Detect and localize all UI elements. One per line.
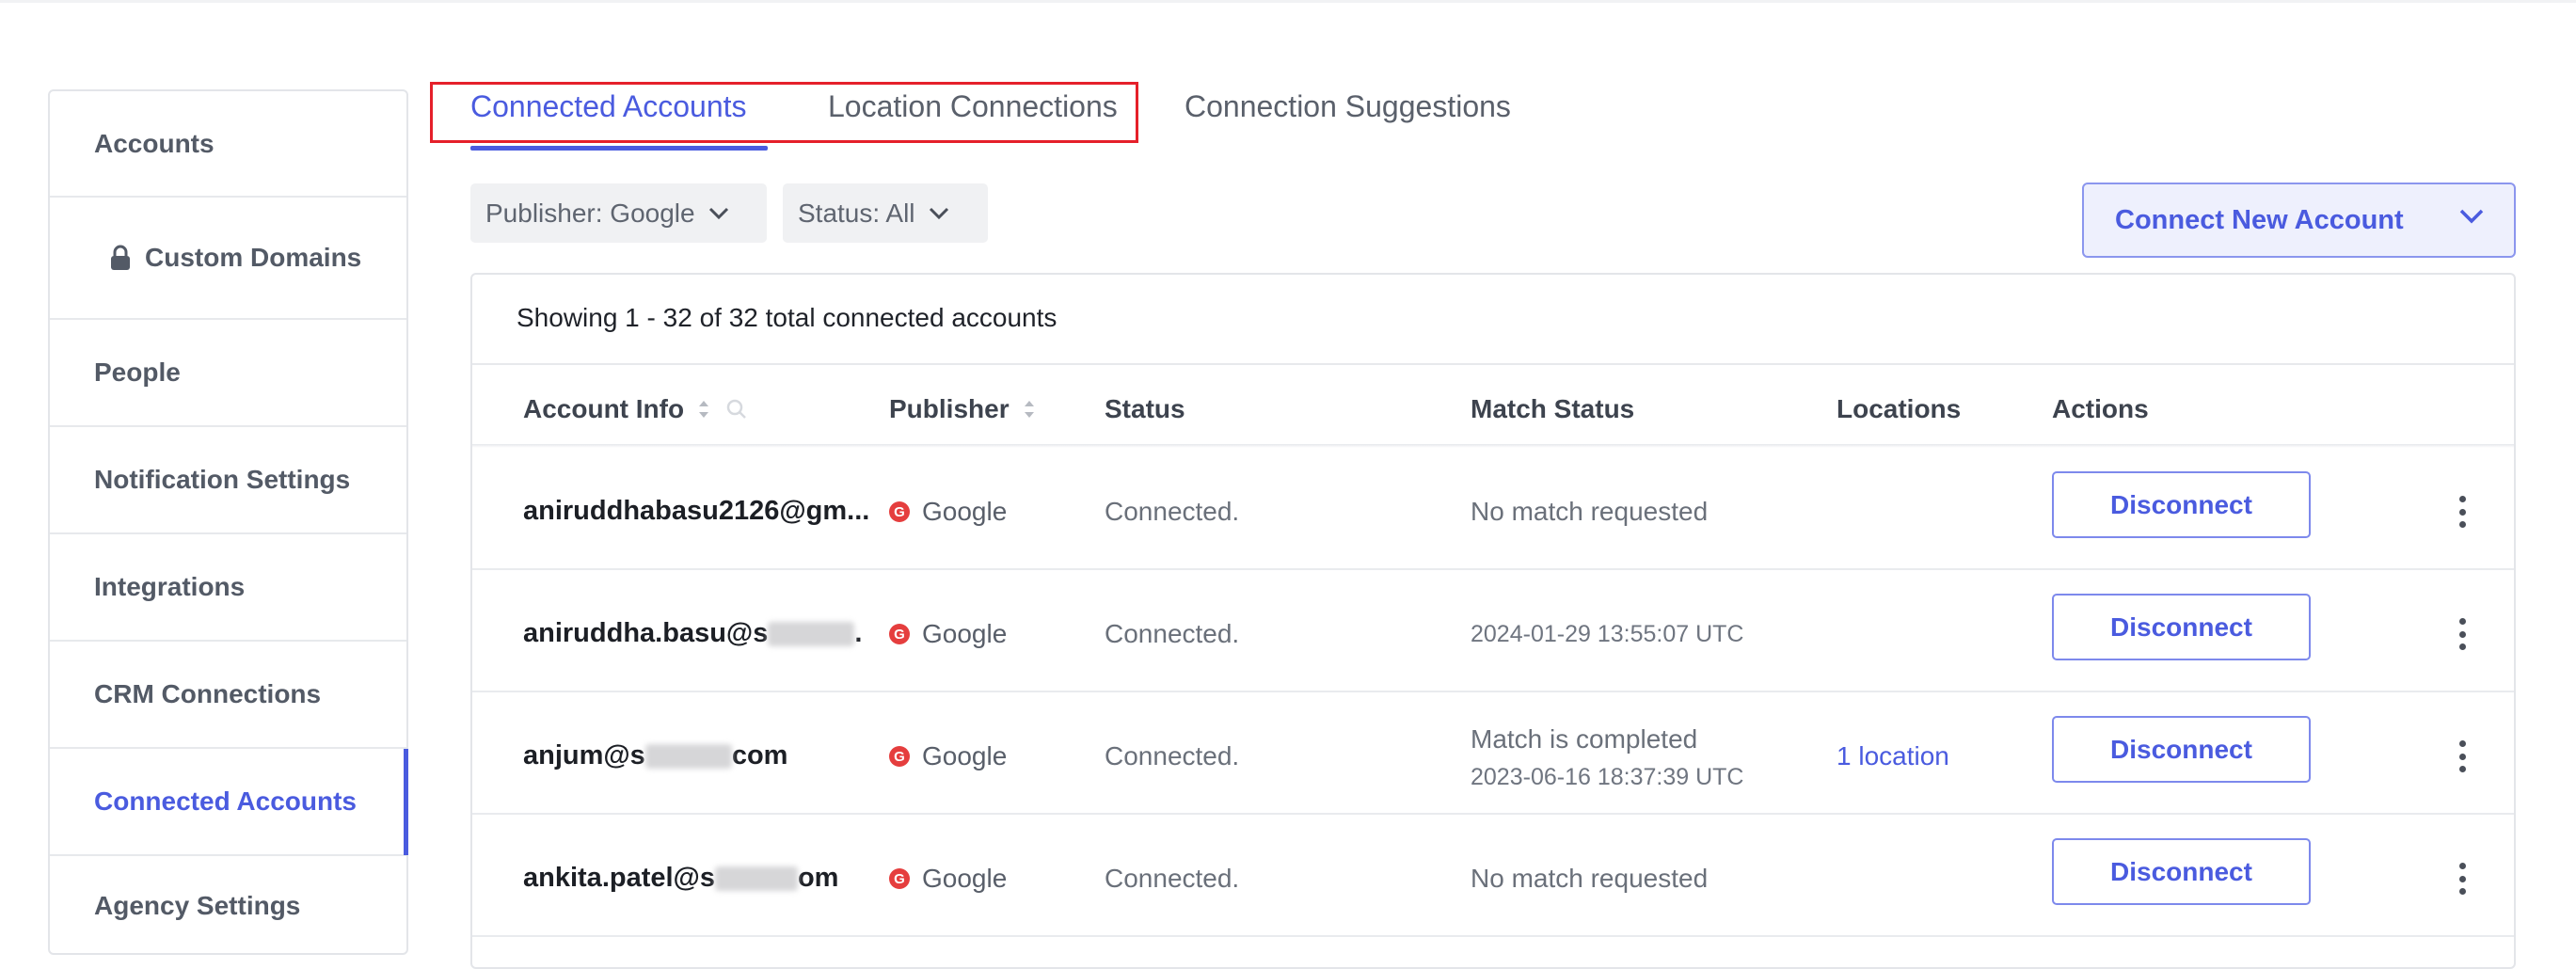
sort-icon[interactable] — [1023, 398, 1036, 421]
sidebar-item-label: Accounts — [94, 128, 215, 158]
publisher-name: Google — [922, 619, 1008, 648]
settings-sidebar: Accounts Custom Domains People Notificat… — [48, 89, 408, 955]
account-email-suffix: . — [854, 618, 863, 648]
publisher-name: Google — [922, 864, 1008, 893]
redacted-text — [644, 744, 732, 770]
publisher-name: Google — [922, 497, 1008, 526]
status-text: Connected. — [1105, 619, 1240, 648]
status-filter-label: Status: All — [798, 198, 915, 228]
status-text: Connected. — [1105, 864, 1240, 893]
match-status-text: No match requested — [1471, 864, 1709, 893]
sidebar-item-label: Custom Domains — [145, 243, 362, 272]
sidebar-item-label: People — [94, 357, 181, 387]
sidebar-item-label: CRM Connections — [94, 679, 322, 708]
chevron-down-icon — [2459, 209, 2484, 224]
chevron-down-icon — [708, 207, 728, 219]
redacted-text — [714, 866, 798, 892]
column-header-label: Publisher — [889, 394, 1010, 423]
more-options-icon[interactable] — [2450, 863, 2474, 895]
status-text: Connected. — [1105, 741, 1240, 770]
account-email-suffix: com — [731, 740, 788, 770]
header-shadow — [472, 444, 2514, 448]
status-filter[interactable]: Status: All — [783, 183, 988, 243]
more-options-icon[interactable] — [2450, 740, 2474, 772]
account-email[interactable]: ankita.patel@s om — [523, 863, 838, 894]
active-tab-underline — [470, 146, 768, 151]
sidebar-item-label: Agency Settings — [94, 891, 301, 920]
google-icon: G — [889, 746, 910, 767]
row-divider — [472, 935, 2514, 937]
account-email-prefix: aniruddha.basu@s — [523, 618, 769, 648]
match-timestamp: 2024-01-29 13:55:07 UTC — [1471, 621, 1744, 647]
sidebar-item-label: Notification Settings — [94, 465, 351, 494]
row-divider — [472, 813, 2514, 815]
locations-link[interactable]: 1 location — [1837, 741, 1949, 771]
column-header-match-status: Match Status — [1471, 394, 1635, 423]
tab-connection-suggestions[interactable]: Connection Suggestions — [1185, 89, 1511, 124]
status-text: Connected. — [1105, 497, 1240, 526]
lock-icon — [109, 245, 134, 271]
google-icon: G — [889, 624, 910, 644]
results-summary: Showing 1 - 32 of 32 total connected acc… — [517, 303, 1057, 332]
column-header-actions: Actions — [2052, 394, 2149, 423]
sidebar-item-people[interactable]: People — [50, 320, 406, 427]
google-icon: G — [889, 868, 910, 889]
sidebar-item-accounts[interactable]: Accounts — [50, 91, 406, 198]
account-email[interactable]: aniruddha.basu@s. — [523, 618, 862, 649]
top-divider — [0, 0, 2576, 3]
more-options-icon[interactable] — [2450, 618, 2474, 650]
sidebar-item-connected-accounts[interactable]: Connected Accounts — [50, 749, 406, 856]
divider — [472, 363, 2514, 365]
row-divider — [472, 691, 2514, 692]
chevron-down-icon — [929, 207, 948, 219]
publisher-cell: G Google — [889, 864, 1007, 894]
disconnect-button[interactable]: Disconnect — [2052, 594, 2311, 660]
row-divider — [472, 568, 2514, 570]
sidebar-item-crm-connections[interactable]: CRM Connections — [50, 642, 406, 749]
match-status-text: No match requested — [1471, 497, 1709, 526]
sidebar-item-label: Integrations — [94, 572, 246, 601]
sidebar-item-integrations[interactable]: Integrations — [50, 534, 406, 642]
account-email[interactable]: aniruddhabasu2126@gm... — [523, 496, 869, 527]
search-icon[interactable] — [725, 398, 748, 421]
google-icon: G — [889, 501, 910, 522]
account-email-prefix: anjum@s — [523, 740, 645, 770]
column-header-status: Status — [1105, 394, 1185, 423]
disconnect-button[interactable]: Disconnect — [2052, 838, 2311, 905]
sidebar-item-agency-settings[interactable]: Agency Settings — [50, 856, 406, 956]
publisher-filter-label: Publisher: Google — [485, 198, 695, 228]
disconnect-button[interactable]: Disconnect — [2052, 471, 2311, 538]
publisher-filter[interactable]: Publisher: Google — [470, 183, 767, 243]
match-status-text: Match is completed — [1471, 724, 1698, 754]
disconnect-button[interactable]: Disconnect — [2052, 716, 2311, 783]
connect-new-account-button[interactable]: Connect New Account — [2082, 183, 2516, 258]
sidebar-item-label: Connected Accounts — [94, 786, 357, 816]
column-header-locations: Locations — [1837, 394, 1962, 423]
account-email[interactable]: anjum@s com — [523, 740, 787, 771]
sort-icon[interactable] — [697, 398, 710, 421]
active-indicator — [404, 749, 408, 855]
column-header-label: Account Info — [523, 394, 685, 423]
more-options-icon[interactable] — [2450, 496, 2474, 528]
column-header-publisher[interactable]: Publisher — [889, 394, 1036, 424]
column-header-account-info[interactable]: Account Info — [523, 394, 748, 424]
redacted-text — [768, 622, 855, 647]
account-email-suffix: om — [797, 863, 839, 893]
publisher-cell: G Google — [889, 619, 1007, 649]
match-timestamp: 2023-06-16 18:37:39 UTC — [1471, 764, 1744, 790]
publisher-cell: G Google — [889, 741, 1007, 771]
account-email-prefix: ankita.patel@s — [523, 863, 715, 893]
highlight-annotation — [430, 82, 1138, 143]
connect-button-label: Connect New Account — [2115, 204, 2404, 235]
sidebar-item-custom-domains[interactable]: Custom Domains — [50, 198, 406, 320]
sidebar-item-notification-settings[interactable]: Notification Settings — [50, 427, 406, 534]
publisher-name: Google — [922, 741, 1008, 770]
publisher-cell: G Google — [889, 497, 1007, 527]
